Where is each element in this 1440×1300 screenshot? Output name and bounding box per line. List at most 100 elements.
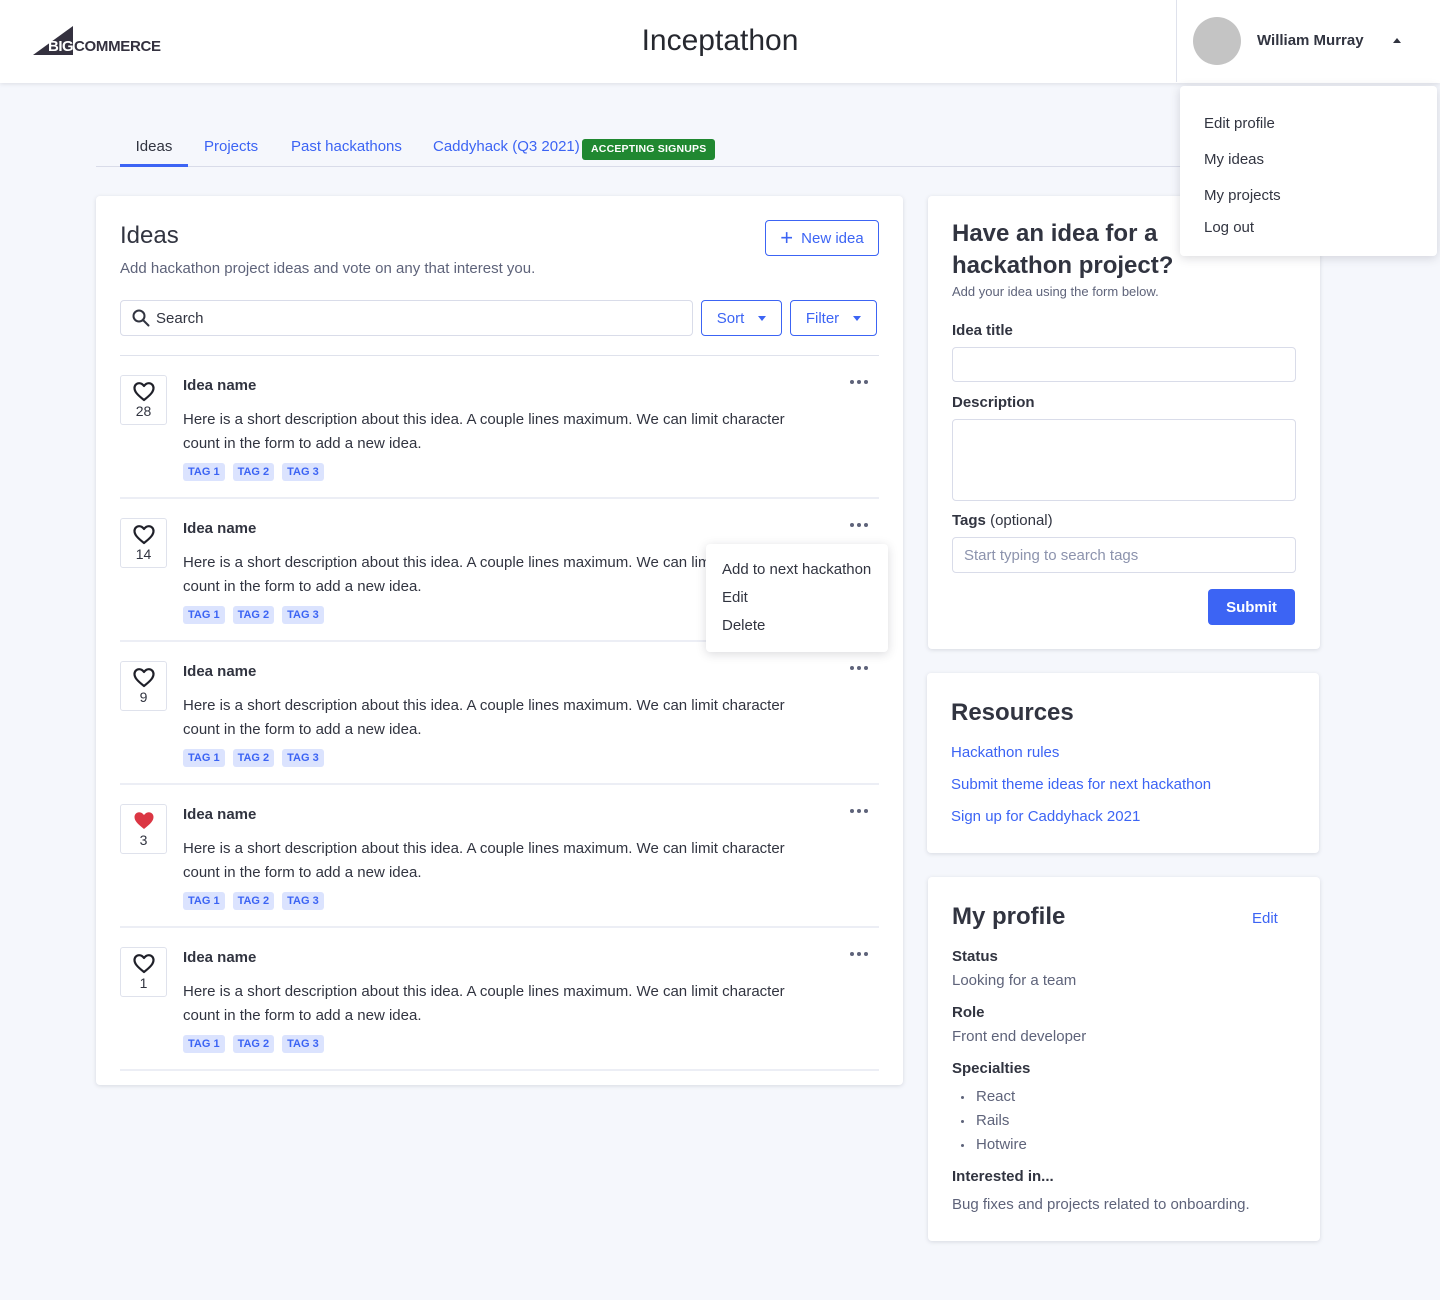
heart-outline-icon xyxy=(132,525,155,545)
vote-button[interactable]: 1 xyxy=(120,947,167,997)
link-sign-up-caddyhack[interactable]: Sign up for Caddyhack 2021 xyxy=(951,808,1140,825)
link-submit-theme-ideas[interactable]: Submit theme ideas for next hackathon xyxy=(951,776,1211,793)
accepting-signups-badge: ACCEPTING SIGNUPS xyxy=(582,139,716,160)
more-actions-icon[interactable] xyxy=(848,375,870,389)
idea-title-label: Idea title xyxy=(952,322,1013,339)
menu-item-my-ideas[interactable]: My ideas xyxy=(1180,149,1437,185)
heart-outline-icon xyxy=(132,954,155,974)
idea-name[interactable]: Idea name xyxy=(183,520,256,537)
tab-past-hackathons[interactable]: Past hackathons xyxy=(291,138,402,167)
idea-name[interactable]: Idea name xyxy=(183,377,256,394)
heart-outline-icon xyxy=(132,382,155,402)
tag-badge[interactable]: TAG 3 xyxy=(282,749,324,767)
sort-button[interactable]: Sort xyxy=(701,300,782,336)
divider xyxy=(120,1069,879,1071)
vote-count: 1 xyxy=(139,975,148,991)
idea-name[interactable]: Idea name xyxy=(183,949,256,966)
tags-optional-text: (optional) xyxy=(990,512,1053,529)
filter-button[interactable]: Filter xyxy=(790,300,877,336)
idea-title-input[interactable] xyxy=(952,347,1296,382)
tag-badge[interactable]: TAG 3 xyxy=(282,606,324,624)
idea-tags: TAG 1 TAG 2 TAG 3 xyxy=(183,1035,324,1053)
tag-badge[interactable]: TAG 2 xyxy=(232,1035,275,1053)
search-icon xyxy=(132,309,150,327)
tags-input[interactable] xyxy=(952,537,1296,573)
idea-tags: TAG 1 TAG 2 TAG 3 xyxy=(183,749,324,767)
tag-badge[interactable]: TAG 2 xyxy=(232,463,275,481)
tag-badge[interactable]: TAG 3 xyxy=(282,892,324,910)
search-input[interactable] xyxy=(156,301,676,335)
idea-list-item: 3 Idea name Here is a short description ab… xyxy=(120,785,879,928)
tag-badge[interactable]: TAG 1 xyxy=(183,606,225,624)
tag-badge[interactable]: TAG 3 xyxy=(282,463,324,481)
more-actions-icon[interactable] xyxy=(848,518,870,532)
tag-badge[interactable]: TAG 2 xyxy=(232,892,275,910)
profile-edit-link[interactable]: Edit xyxy=(1252,910,1278,927)
submit-button[interactable]: Submit xyxy=(1208,589,1295,625)
more-actions-icon[interactable] xyxy=(848,947,870,961)
menu-item-edit[interactable]: Edit xyxy=(706,587,888,615)
new-idea-form-card: Have an idea for a hackathon project? Ad… xyxy=(928,196,1320,649)
specialty-item: Hotwire xyxy=(952,1133,1027,1157)
vote-button[interactable]: 28 xyxy=(120,375,167,425)
vote-count: 28 xyxy=(135,403,152,419)
caret-down-icon xyxy=(853,315,862,321)
menu-item-log-out[interactable]: Log out xyxy=(1180,217,1437,247)
idea-name[interactable]: Idea name xyxy=(183,806,256,823)
tag-badge[interactable]: TAG 3 xyxy=(282,1035,324,1053)
idea-actions-menu: Add to next hackathon Edit Delete xyxy=(706,544,888,652)
description-textarea[interactable] xyxy=(952,419,1296,501)
idea-tags: TAG 1 TAG 2 TAG 3 xyxy=(183,606,324,624)
idea-description: Here is a short description about this i… xyxy=(183,697,785,738)
heart-filled-icon xyxy=(134,812,153,829)
ideas-subtitle: Add hackathon project ideas and vote on … xyxy=(120,260,536,277)
user-menu-toggle[interactable]: William Murray xyxy=(1176,0,1440,82)
vote-count: 9 xyxy=(139,689,148,705)
menu-item-my-projects[interactable]: My projects xyxy=(1180,185,1437,221)
search-field[interactable] xyxy=(120,300,693,336)
more-actions-icon[interactable] xyxy=(848,661,870,675)
tab-projects[interactable]: Projects xyxy=(204,138,258,167)
menu-item-edit-profile[interactable]: Edit profile xyxy=(1180,113,1437,149)
idea-tags: TAG 1 TAG 2 TAG 3 xyxy=(183,892,324,910)
my-profile-card: My profile Edit Status Looking for a tea… xyxy=(928,877,1320,1241)
tab-caddyhack[interactable]: Caddyhack (Q3 2021) xyxy=(433,138,580,167)
tag-badge[interactable]: TAG 1 xyxy=(183,1035,225,1053)
vote-button[interactable]: 14 xyxy=(120,518,167,568)
user-dropdown-menu: Edit profile My ideas My projects Log ou… xyxy=(1180,86,1437,256)
role-value: Front end developer xyxy=(952,1028,1087,1045)
plus-icon: + xyxy=(780,225,794,250)
role-label: Role xyxy=(952,1004,985,1021)
tags-label: Tags (optional) xyxy=(952,512,1053,529)
tag-badge[interactable]: TAG 2 xyxy=(232,749,275,767)
menu-item-delete[interactable]: Delete xyxy=(706,615,888,643)
menu-item-add-to-next-hackathon[interactable]: Add to next hackathon xyxy=(706,559,888,587)
tag-badge[interactable]: TAG 2 xyxy=(232,606,275,624)
idea-description: Here is a short description about this i… xyxy=(183,840,785,881)
new-idea-button[interactable]: + New idea xyxy=(765,220,879,256)
resources-title: Resources xyxy=(951,699,1074,726)
status-label: Status xyxy=(952,948,998,965)
top-header: BIG COMMERCE Inceptathon William Murray xyxy=(0,0,1440,83)
idea-name[interactable]: Idea name xyxy=(183,663,256,680)
filter-label: Filter xyxy=(805,309,840,327)
user-name: William Murray xyxy=(1257,32,1364,49)
tags-label-text: Tags xyxy=(952,512,986,529)
specialty-item: Rails xyxy=(952,1109,1027,1133)
tag-badge[interactable]: TAG 1 xyxy=(183,463,225,481)
tag-badge[interactable]: TAG 1 xyxy=(183,749,225,767)
idea-description: Here is a short description about this i… xyxy=(183,983,785,1024)
tag-badge[interactable]: TAG 1 xyxy=(183,892,225,910)
more-actions-icon[interactable] xyxy=(848,804,870,818)
vote-count: 3 xyxy=(139,832,148,848)
vote-button[interactable]: 3 xyxy=(120,804,167,854)
idea-list-item: 1 Idea name Here is a short description ab… xyxy=(120,928,879,1071)
resources-card: Resources Hackathon rules Submit theme i… xyxy=(927,673,1319,853)
vote-button[interactable]: 9 xyxy=(120,661,167,711)
description-label: Description xyxy=(952,394,1035,411)
vote-count: 14 xyxy=(135,546,152,562)
new-idea-label: New idea xyxy=(801,229,864,247)
tab-ideas[interactable]: Ideas xyxy=(120,138,188,167)
avatar xyxy=(1193,17,1241,65)
link-hackathon-rules[interactable]: Hackathon rules xyxy=(951,744,1059,761)
